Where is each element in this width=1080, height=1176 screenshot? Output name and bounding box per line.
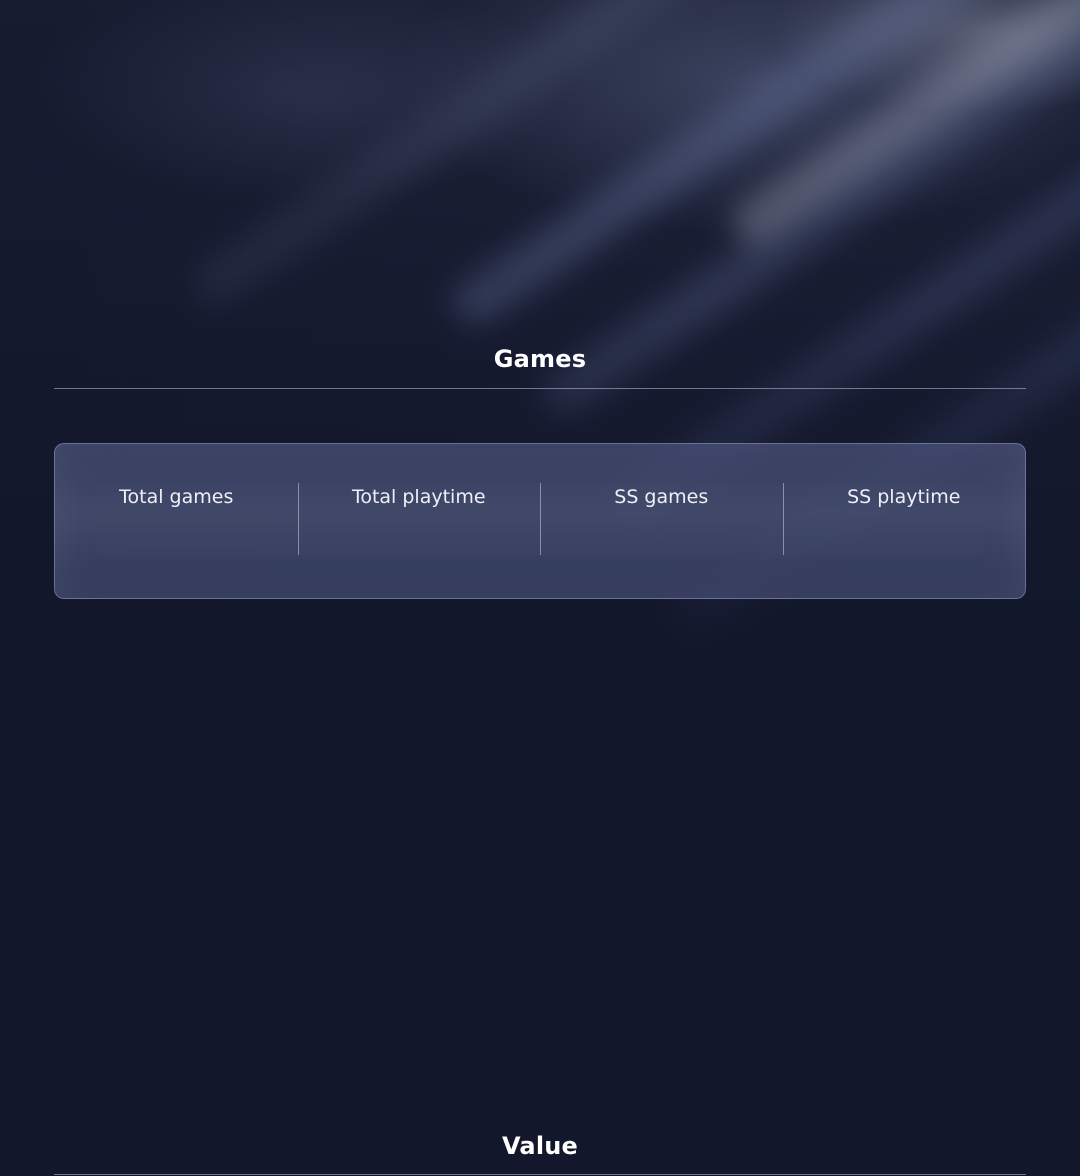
stat-total-games: Total games — [55, 444, 298, 598]
value-section-divider — [54, 1174, 1026, 1175]
games-stats-card: Total games Total playtime SS games SS p… — [54, 443, 1026, 599]
stat-ss-playtime: SS playtime — [782, 444, 1026, 598]
stat-label: Total playtime — [351, 486, 486, 508]
hero-background-image — [0, 0, 1080, 760]
games-section-divider — [54, 388, 1026, 389]
value-section-title: Value — [501, 1132, 579, 1160]
games-section-title: Games — [493, 345, 587, 373]
stat-label: Total games — [119, 486, 234, 508]
stat-total-playtime: Total playtime — [297, 444, 541, 598]
stat-label: SS playtime — [847, 486, 961, 508]
stat-ss-games: SS games — [540, 444, 783, 598]
stat-label: SS games — [614, 486, 709, 508]
